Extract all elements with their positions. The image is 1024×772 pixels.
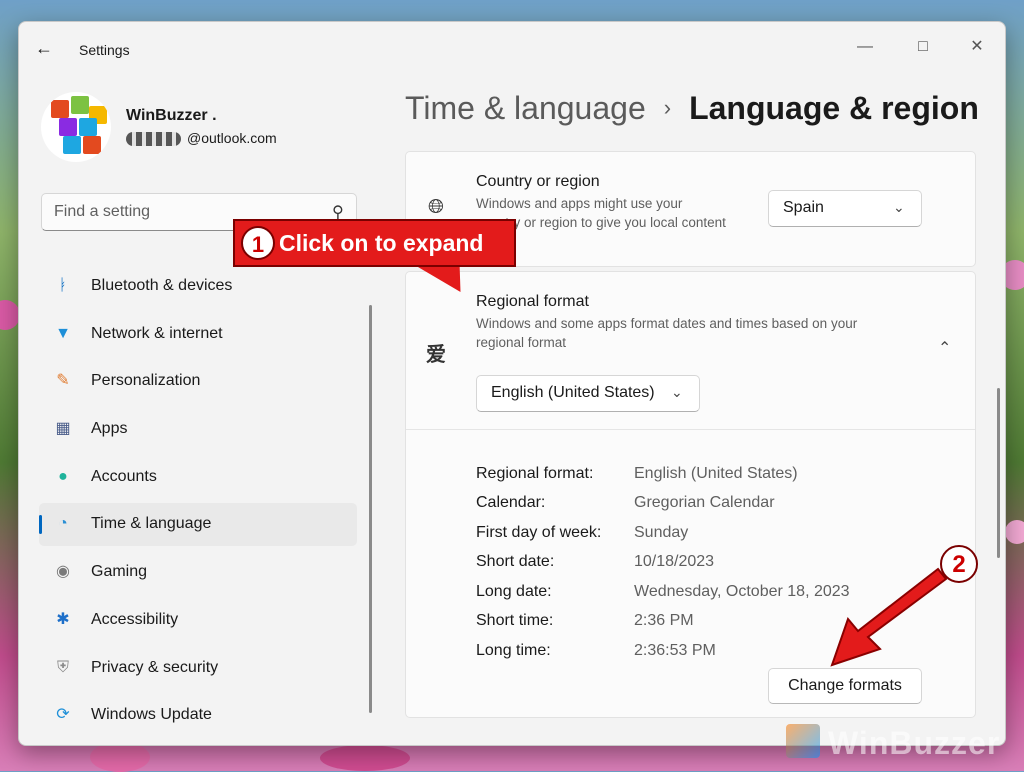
active-indicator [39, 515, 42, 535]
sidebar-item-label: Gaming [91, 563, 148, 581]
gamepad-icon: ◉ [56, 563, 70, 581]
regional-format-header[interactable]: 爱 Regional format Windows and some apps … [406, 272, 975, 428]
country-value: Spain [783, 199, 824, 216]
regional-title: Regional format [476, 293, 589, 310]
close-button[interactable]: ✕ [957, 32, 997, 62]
format-label-long-date: Long date: [476, 583, 552, 600]
brush-icon: ✎ [56, 372, 70, 390]
chevron-down-icon: ⌄ [893, 199, 905, 215]
apps-icon: ▦ [55, 420, 71, 438]
language-icon: 爱 [426, 344, 446, 366]
maximize-button[interactable]: □ [903, 32, 943, 62]
format-label-calendar: Calendar: [476, 494, 546, 511]
person-icon: ● [58, 467, 68, 485]
sidebar-item-label: Apps [91, 420, 128, 438]
main-scrollbar[interactable] [997, 388, 1000, 558]
step1-callout: 1 Click on to expand [233, 219, 516, 267]
sidebar-item-label: Windows Update [91, 706, 212, 724]
sidebar-item-label: Privacy & security [91, 658, 219, 676]
sidebar-item-label: Network & internet [91, 324, 223, 342]
search-placeholder: Find a setting [54, 203, 151, 220]
title-bar: ← Settings — □ ✕ [19, 22, 1005, 72]
background-flower [0, 300, 20, 330]
watermark-logo-icon [786, 724, 820, 758]
format-value-calendar: Gregorian Calendar [634, 494, 775, 511]
user-name: WinBuzzer . [126, 107, 217, 124]
avatar [41, 92, 111, 162]
sidebar-item-accounts[interactable]: ● Accounts [39, 456, 357, 499]
accessibility-icon: ✱ [56, 610, 70, 628]
watermark: WinBuzzer [786, 724, 1000, 762]
background-flower [90, 742, 150, 772]
sidebar-item-time-language[interactable]: ◔ Time & language [39, 503, 357, 547]
format-label-short-date: Short date: [476, 553, 555, 570]
format-label-long-time: Long time: [476, 642, 551, 659]
format-label-first-day: First day of week: [476, 524, 602, 541]
sidebar-item-label: Personalization [91, 372, 201, 390]
sidebar-item-label: Accessibility [91, 610, 179, 628]
sidebar-item-network[interactable]: ▼ Network & internet [39, 313, 357, 356]
background-flower [320, 745, 410, 771]
app-title: Settings [79, 42, 130, 58]
regional-description: Windows and some apps format dates and t… [476, 316, 858, 350]
country-title: Country or region [476, 173, 600, 190]
regional-format-dropdown[interactable]: English (United States) ⌄ [476, 375, 700, 412]
divider [406, 429, 975, 430]
background-flower [1005, 520, 1024, 544]
back-arrow-icon[interactable]: ← [35, 38, 59, 62]
chevron-down-icon: ⌄ [671, 384, 683, 400]
wifi-icon: ▼ [55, 324, 71, 342]
format-value-long-date: Wednesday, October 18, 2023 [634, 583, 850, 600]
page-title: Language & region [689, 90, 979, 126]
breadcrumb: Time & language › Language & region [405, 90, 979, 127]
format-value-short-time: 2:36 PM [634, 612, 694, 629]
format-value-long-time: 2:36:53 PM [634, 642, 716, 659]
sidebar-scrollbar[interactable] [369, 305, 372, 713]
sidebar-item-privacy[interactable]: ⛨ Privacy & security [39, 647, 357, 690]
user-email-domain: @outlook.com [187, 130, 277, 146]
sidebar-item-apps[interactable]: ▦ Apps [39, 408, 357, 451]
minimize-button[interactable]: — [845, 32, 885, 62]
breadcrumb-chevron-icon: › [663, 95, 672, 120]
bluetooth-icon: ᛓ [58, 277, 68, 294]
format-value-regional: English (United States) [634, 465, 798, 482]
sidebar-item-label: Accounts [91, 467, 157, 485]
format-label-short-time: Short time: [476, 612, 554, 629]
chevron-up-icon[interactable]: ⌃ [938, 338, 951, 358]
step1-text: Click on to expand [279, 230, 484, 256]
sidebar-item-windows-update[interactable]: ⟳ Windows Update [39, 694, 357, 737]
format-value-first-day: Sunday [634, 524, 689, 541]
user-email: @outlook.com [126, 130, 277, 147]
sidebar-item-label: Time & language [91, 515, 212, 533]
sidebar-item-label: Bluetooth & devices [91, 277, 233, 294]
country-dropdown[interactable]: Spain ⌄ [768, 190, 922, 227]
step2-arrow-shape [830, 567, 948, 667]
step1-badge: 1 [241, 226, 275, 260]
breadcrumb-parent[interactable]: Time & language [405, 90, 646, 126]
shield-icon: ⛨ [56, 658, 69, 676]
sidebar-item-accessibility[interactable]: ✱ Accessibility [39, 599, 357, 642]
sidebar-item-personalization[interactable]: ✎ Personalization [39, 360, 357, 403]
watermark-text: WinBuzzer [828, 725, 1001, 761]
globe-icon: 🌐︎ [428, 196, 444, 218]
regional-format-value: English (United States) [491, 384, 655, 401]
step2-arrow [830, 567, 948, 667]
format-label-regional: Regional format: [476, 465, 594, 482]
redacted-email-prefix [126, 132, 181, 147]
sidebar-item-gaming[interactable]: ◉ Gaming [39, 551, 357, 594]
sidebar-item-bluetooth[interactable]: ᛓ Bluetooth & devices [39, 265, 357, 308]
sidebar-nav: ᛓ Bluetooth & devices ▼ Network & intern… [39, 265, 357, 742]
format-value-short-date: 10/18/2023 [634, 553, 715, 570]
refresh-icon: ⟳ [56, 706, 70, 724]
globe-clock-icon: ◔ [58, 515, 68, 533]
